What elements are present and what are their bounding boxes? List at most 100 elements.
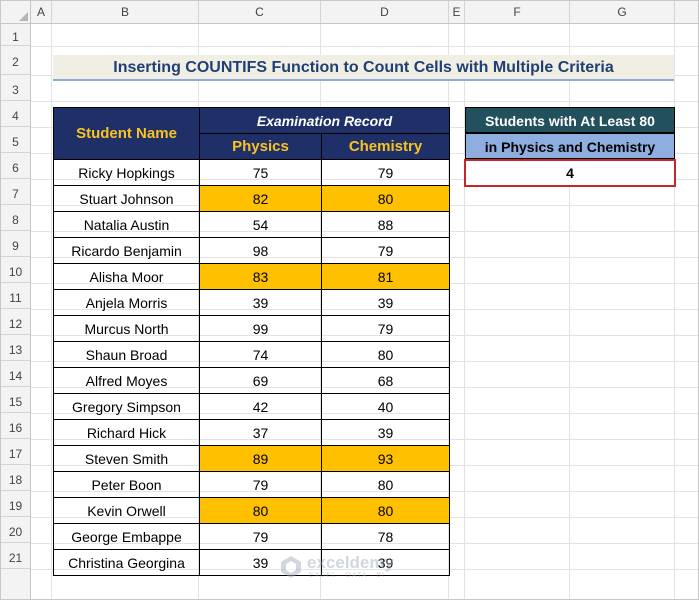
chemistry-score-cell[interactable]: 80	[321, 341, 450, 368]
physics-score-cell[interactable]: 98	[199, 237, 322, 264]
student-name-cell[interactable]: Ricky Hopkings	[53, 159, 200, 186]
exceldemy-logo-icon	[281, 556, 301, 578]
table-row: Kevin Orwell 80 80	[53, 497, 450, 524]
chemistry-score-cell[interactable]: 79	[321, 159, 450, 186]
row-header-6[interactable]: 6	[1, 153, 30, 179]
row-header-8[interactable]: 8	[1, 205, 30, 231]
table-row: Alfred Moyes 69 68	[53, 367, 450, 394]
row-header-5[interactable]: 5	[1, 127, 30, 153]
column-header-b[interactable]: B	[52, 1, 199, 23]
row-header-13[interactable]: 13	[1, 335, 30, 361]
header-student-name[interactable]: Student Name	[53, 107, 200, 160]
physics-score-cell[interactable]: 82	[199, 185, 322, 212]
student-name-cell[interactable]: Alfred Moyes	[53, 367, 200, 394]
header-physics[interactable]: Physics	[199, 133, 322, 160]
column-header-e[interactable]: E	[449, 1, 465, 23]
chemistry-score-cell[interactable]: 88	[321, 211, 450, 238]
summary-label-line1[interactable]: Students with At Least 80	[465, 107, 675, 133]
row-header-4[interactable]: 4	[1, 101, 30, 127]
chemistry-score-cell[interactable]: 78	[321, 523, 450, 550]
chemistry-score-cell[interactable]: 80	[321, 471, 450, 498]
student-name-cell[interactable]: Richard Hick	[53, 419, 200, 446]
column-header-bar: A B C D E F G	[1, 1, 698, 24]
student-name-cell[interactable]: Christina Georgina	[53, 549, 200, 576]
table-row: Anjela Morris 39 39	[53, 289, 450, 316]
physics-score-cell[interactable]: 89	[199, 445, 322, 472]
chemistry-score-cell[interactable]: 39	[321, 419, 450, 446]
student-name-cell[interactable]: Murcus North	[53, 315, 200, 342]
row-header-20[interactable]: 20	[1, 517, 30, 543]
physics-score-cell[interactable]: 75	[199, 159, 322, 186]
header-chemistry[interactable]: Chemistry	[321, 133, 450, 160]
student-name-cell[interactable]: Shaun Broad	[53, 341, 200, 368]
select-all-triangle-icon	[19, 12, 28, 21]
student-name-cell[interactable]: Gregory Simpson	[53, 393, 200, 420]
row-header-12[interactable]: 12	[1, 309, 30, 335]
column-header-d[interactable]: D	[321, 1, 449, 23]
physics-score-cell[interactable]: 69	[199, 367, 322, 394]
chemistry-score-cell[interactable]: 39	[321, 289, 450, 316]
row-header-18[interactable]: 18	[1, 465, 30, 491]
header-examination-record[interactable]: Examination Record	[199, 107, 450, 134]
physics-score-cell[interactable]: 37	[199, 419, 322, 446]
summary-label-line2[interactable]: in Physics and Chemistry	[465, 133, 675, 159]
chemistry-score-cell[interactable]: 80	[321, 185, 450, 212]
physics-score-cell[interactable]: 99	[199, 315, 322, 342]
column-header-a[interactable]: A	[31, 1, 52, 23]
student-name-cell[interactable]: Anjela Morris	[53, 289, 200, 316]
result-cell[interactable]: 4	[464, 159, 676, 187]
physics-score-cell[interactable]: 79	[199, 523, 322, 550]
chemistry-score-cell[interactable]: 79	[321, 237, 450, 264]
student-name-cell[interactable]: Stuart Johnson	[53, 185, 200, 212]
watermark-brand: exceldemy	[307, 553, 394, 572]
row-header-2[interactable]: 2	[1, 46, 30, 75]
watermark-tagline: EXCEL · DATA · BI	[309, 572, 385, 579]
chemistry-score-cell[interactable]: 79	[321, 315, 450, 342]
physics-score-cell[interactable]: 83	[199, 263, 322, 290]
row-header-9[interactable]: 9	[1, 231, 30, 257]
select-all-button[interactable]	[1, 1, 31, 23]
table-row: Gregory Simpson 42 40	[53, 393, 450, 420]
student-name-cell[interactable]: George Embappe	[53, 523, 200, 550]
row-header-17[interactable]: 17	[1, 439, 30, 465]
row-header-11[interactable]: 11	[1, 283, 30, 309]
student-name-cell[interactable]: Natalia Austin	[53, 211, 200, 238]
row-header-19[interactable]: 19	[1, 491, 30, 517]
row-header-16[interactable]: 16	[1, 413, 30, 439]
gridline-h	[31, 101, 698, 102]
row-header-1[interactable]: 1	[1, 24, 30, 46]
row-header-14[interactable]: 14	[1, 361, 30, 387]
chemistry-score-cell[interactable]: 40	[321, 393, 450, 420]
physics-score-cell[interactable]: 79	[199, 471, 322, 498]
student-name-cell[interactable]: Peter Boon	[53, 471, 200, 498]
table-row: George Embappe 79 78	[53, 523, 450, 550]
physics-score-cell[interactable]: 42	[199, 393, 322, 420]
student-name-cell[interactable]: Steven Smith	[53, 445, 200, 472]
chemistry-score-cell[interactable]: 80	[321, 497, 450, 524]
physics-score-cell[interactable]: 39	[199, 289, 322, 316]
student-name-cell[interactable]: Kevin Orwell	[53, 497, 200, 524]
table-row: Alisha Moor 83 81	[53, 263, 450, 290]
physics-score-cell[interactable]: 54	[199, 211, 322, 238]
student-name-cell[interactable]: Alisha Moor	[53, 263, 200, 290]
student-name-cell[interactable]: Ricardo Benjamin	[53, 237, 200, 264]
column-header-f[interactable]: F	[465, 1, 570, 23]
column-header-c[interactable]: C	[199, 1, 321, 23]
row-header-7[interactable]: 7	[1, 179, 30, 205]
row-header-3[interactable]: 3	[1, 75, 30, 101]
chemistry-score-cell[interactable]: 93	[321, 445, 450, 472]
table-row: Peter Boon 79 80	[53, 471, 450, 498]
column-header-g[interactable]: G	[570, 1, 675, 23]
chemistry-score-cell[interactable]: 68	[321, 367, 450, 394]
chemistry-score-cell[interactable]: 81	[321, 263, 450, 290]
row-header-10[interactable]: 10	[1, 257, 30, 283]
table-row: Stuart Johnson 82 80	[53, 185, 450, 212]
physics-score-cell[interactable]: 74	[199, 341, 322, 368]
gridline-v	[51, 24, 52, 599]
table-row: Ricardo Benjamin 98 79	[53, 237, 450, 264]
table-row: Shaun Broad 74 80	[53, 341, 450, 368]
row-header-21[interactable]: 21	[1, 543, 30, 569]
physics-score-cell[interactable]: 80	[199, 497, 322, 524]
row-header-15[interactable]: 15	[1, 387, 30, 413]
table-row: Richard Hick 37 39	[53, 419, 450, 446]
